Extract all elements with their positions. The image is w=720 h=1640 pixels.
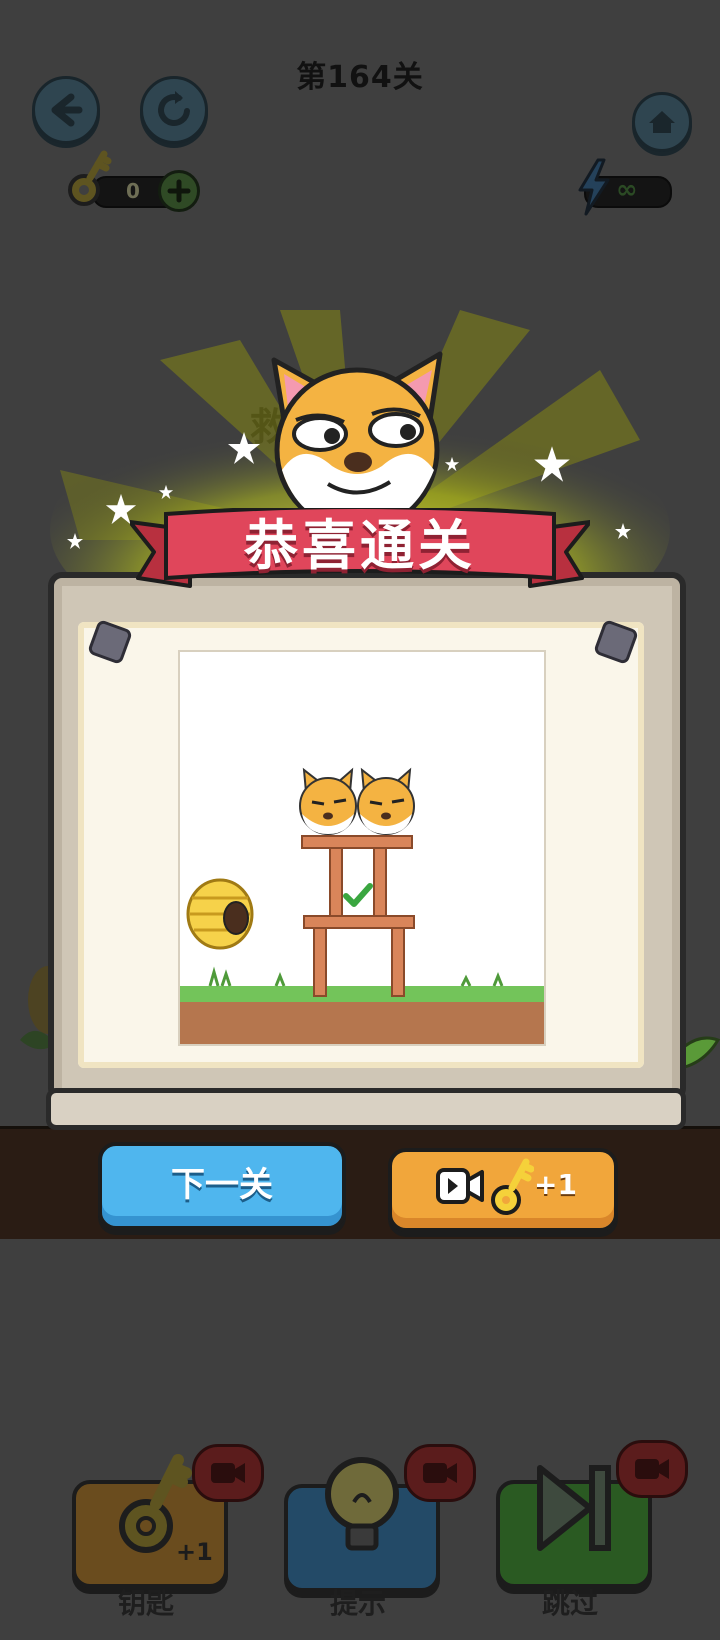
home-icon bbox=[649, 111, 675, 133]
sparkle-star-icon bbox=[67, 533, 83, 549]
arrow-left-icon bbox=[51, 93, 83, 127]
plus-icon bbox=[167, 179, 191, 203]
level-title: 第164关 bbox=[296, 60, 424, 95]
next-level-button[interactable]: 下一关 bbox=[98, 1142, 346, 1230]
hint-tool-button[interactable] bbox=[284, 1457, 440, 1592]
home-button[interactable] bbox=[632, 92, 692, 152]
level-scene-illustration bbox=[180, 767, 544, 1044]
lightning-icon bbox=[578, 158, 610, 216]
video-camera-icon bbox=[436, 1168, 484, 1204]
skip-tool-button[interactable] bbox=[496, 1465, 652, 1588]
video-camera-icon bbox=[211, 1463, 245, 1483]
shiba-character-icon bbox=[299, 767, 357, 835]
sparkle-star-icon bbox=[228, 432, 260, 464]
lightbulb-icon bbox=[325, 1457, 399, 1551]
hint-video-bubble bbox=[404, 1444, 476, 1502]
key-video-bubble bbox=[192, 1444, 264, 1502]
add-keys-button[interactable] bbox=[158, 170, 200, 212]
shiba-character-icon bbox=[357, 767, 415, 835]
video-camera-icon bbox=[635, 1459, 669, 1479]
key-count: 0 bbox=[126, 179, 140, 203]
skip-tool-label: 跳过 bbox=[541, 1587, 598, 1620]
video-reward-label: +1 bbox=[534, 1168, 577, 1201]
restart-button[interactable] bbox=[140, 76, 208, 144]
skip-icon bbox=[537, 1465, 611, 1551]
key-tool-badge: +1 bbox=[176, 1538, 213, 1566]
sparkle-star-icon bbox=[158, 484, 174, 500]
key-icon bbox=[68, 150, 112, 206]
beehive-icon bbox=[186, 878, 254, 950]
sparkle-star-icon bbox=[615, 523, 631, 539]
restart-icon bbox=[158, 91, 190, 126]
popup-title: 恭喜通关 bbox=[244, 514, 476, 577]
key-tool-label: 钥匙 bbox=[117, 1587, 174, 1620]
hint-tool-label: 提示 bbox=[329, 1587, 386, 1620]
key-reward-icon bbox=[491, 1158, 534, 1215]
level-solution-preview bbox=[178, 650, 546, 1046]
skip-video-bubble bbox=[616, 1440, 688, 1498]
shiba-mascot-icon bbox=[271, 351, 443, 530]
energy-value: ∞ bbox=[616, 175, 638, 205]
sparkle-star-icon bbox=[534, 446, 570, 482]
video-camera-icon bbox=[423, 1463, 457, 1483]
board-bottom-plank bbox=[46, 1088, 686, 1130]
back-button[interactable] bbox=[32, 76, 100, 144]
